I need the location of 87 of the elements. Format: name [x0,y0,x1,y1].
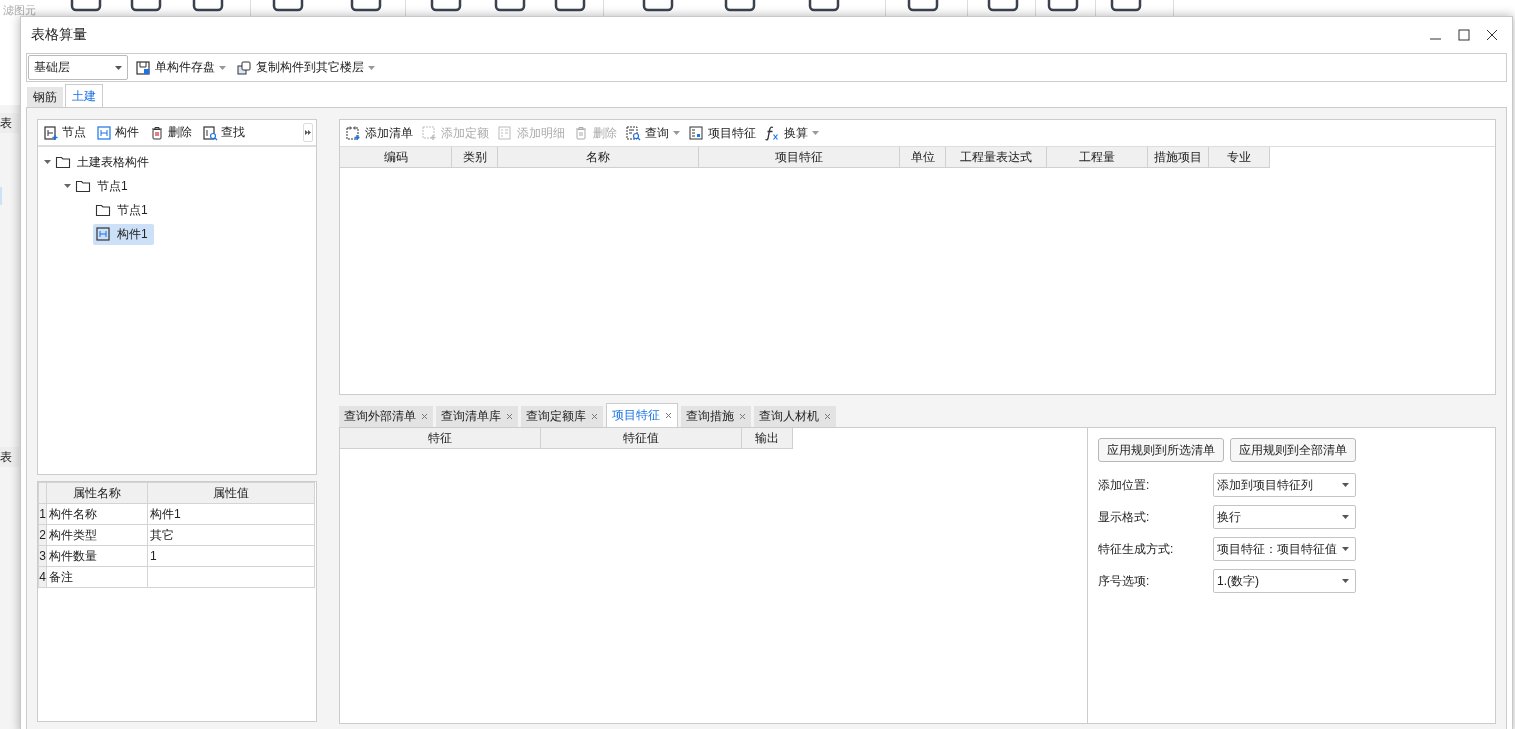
column-header[interactable]: 工程量 [1047,147,1148,167]
option-label: 序号选项: [1098,572,1151,590]
window-title: 表格算量 [31,26,88,44]
column-header[interactable]: 特征 [340,428,541,448]
trash-icon [149,124,165,141]
column-header[interactable]: 特征值 [541,428,742,448]
table-cell: 构件数量 [46,545,148,567]
row-number: 3 [38,545,47,567]
tree-item[interactable]: 节点1 [93,199,154,221]
tab[interactable]: 查询措施 [681,406,751,427]
trash-icon [573,125,589,141]
query-icon [625,125,641,141]
option-select[interactable]: 1.(数字) [1213,569,1356,593]
add-node-icon [43,124,59,141]
column-header[interactable]: 单位 [900,147,946,167]
table-cell: 构件名称 [46,503,148,525]
folder-icon [55,154,71,170]
component-icon [96,124,112,141]
column-header[interactable]: 编码 [340,147,452,167]
option-select[interactable]: 项目特征：项目特征值 [1213,537,1356,561]
table-cell[interactable]: 其它 [147,524,315,546]
caret-icon [115,65,122,70]
option-select[interactable]: 添加到项目特征列 [1213,473,1356,497]
row-number: 4 [38,566,47,588]
expand-arrow-icon[interactable] [44,160,51,164]
caret-icon [1342,483,1349,487]
add-frame-icon [421,125,437,141]
tab[interactable]: 项目特征 [606,403,678,427]
tab[interactable]: 查询定额库 [521,406,603,427]
tree-toolbar-button[interactable]: 删除 [149,124,192,141]
tree-item[interactable]: 构件1 [93,223,154,245]
column-header[interactable]: 输出 [742,428,793,448]
column-header[interactable]: 类别 [452,147,498,167]
column-header[interactable]: 名称 [498,147,699,167]
option-label: 显示格式: [1098,508,1151,526]
row-number: 2 [38,524,47,546]
floor-select[interactable]: 基础层 [28,55,128,80]
tree-toolbar-button[interactable]: 构件 [96,124,139,141]
tree-toolbar-button[interactable]: 查找 [202,124,245,141]
table-cell: 备注 [46,566,148,588]
caret-icon [1342,515,1349,519]
more-icon[interactable] [303,123,313,142]
expand-arrow-icon[interactable] [64,184,71,188]
tab-label[interactable]: 表 [0,113,19,133]
maximize-icon[interactable] [1456,27,1472,43]
tab[interactable]: 土建 [65,84,103,107]
column-header[interactable]: 工程量表达式 [946,147,1047,167]
tree-toolbar-button[interactable]: 节点 [43,124,86,141]
folder-icon [75,178,91,194]
option-label: 添加位置: [1098,476,1151,494]
option-label: 特征生成方式: [1098,540,1175,558]
tab[interactable]: 查询人材机 [754,406,836,427]
list-toolbar-button[interactable]: 换算 [764,124,819,142]
caret-icon [1342,579,1349,583]
apply-rule-button[interactable]: 应用规则到全部清单 [1230,438,1356,462]
folder-icon [95,202,111,218]
close-icon[interactable] [1484,27,1500,43]
search-icon [202,124,218,141]
toolbar-button[interactable]: 复制构件到其它楼层 [233,56,378,79]
tab[interactable]: 钢筋 [27,87,63,107]
filter-label: 滤图元 [3,3,36,18]
row-number: 1 [38,503,47,525]
toolbar-button[interactable]: 单构件存盘 [132,56,229,79]
list-toolbar-button[interactable]: 项目特征 [688,124,756,142]
tree-item[interactable]: 土建表格构件 [53,151,155,173]
column-header[interactable]: 项目特征 [699,147,900,167]
caret-icon [1342,547,1349,551]
list-toolbar-button[interactable]: 查询 [625,124,680,142]
function-icon [764,125,780,141]
component-icon [95,226,111,242]
column-header[interactable]: 专业 [1209,147,1270,167]
table-cell[interactable]: 1 [147,545,315,567]
tab[interactable]: 查询外部清单 [339,406,433,427]
feature-list-icon [688,125,704,141]
save-icon [135,59,151,76]
list-toolbar-button[interactable]: 添加清单 [345,124,413,142]
column-header: 属性值 [147,482,315,504]
column-header[interactable]: 措施项目 [1148,147,1209,167]
table-cell[interactable]: 构件1 [147,503,315,525]
tab[interactable]: 查询清单库 [436,406,518,427]
tab-label[interactable]: 表 [0,447,19,467]
option-select[interactable]: 换行 [1213,505,1356,529]
apply-rule-button[interactable]: 应用规则到所选清单 [1098,438,1224,462]
column-header: 属性名称 [46,482,148,504]
tree-item[interactable]: 节点1 [73,175,134,197]
copy-icon [236,59,252,76]
table-cell: 构件类型 [46,524,148,546]
